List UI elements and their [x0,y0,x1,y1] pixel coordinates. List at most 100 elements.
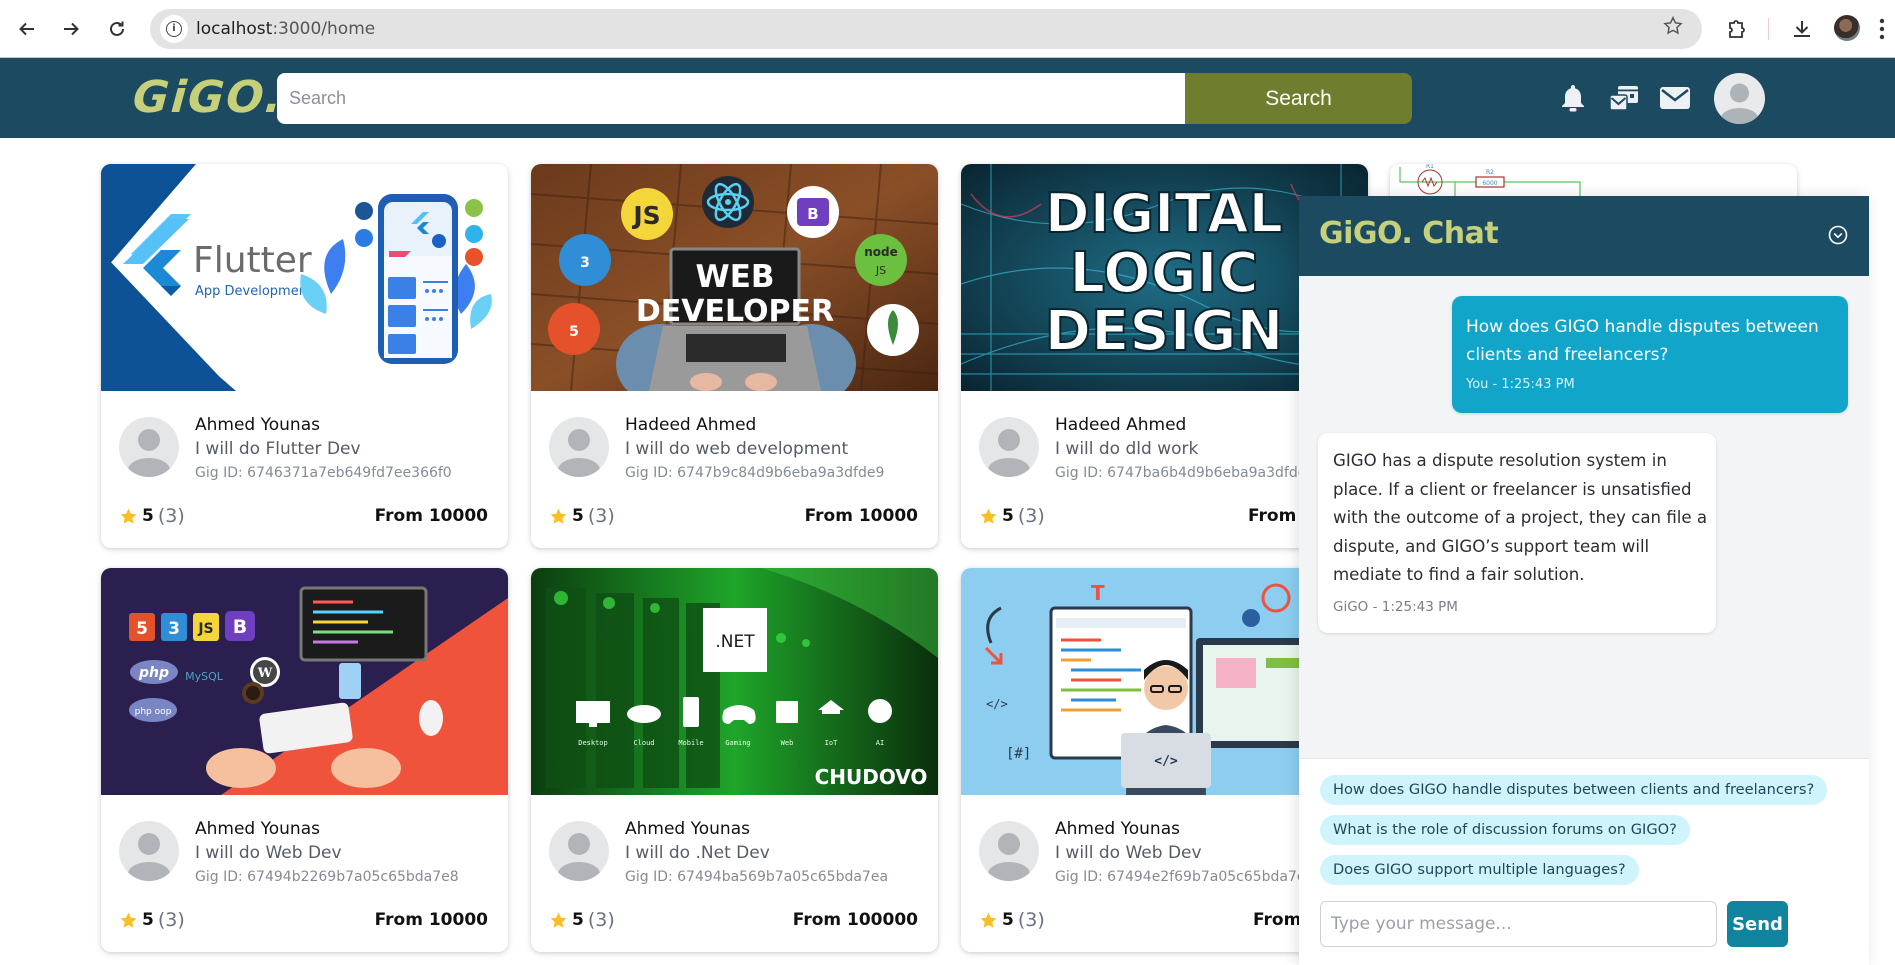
flutter-word: Flutter [193,240,312,281]
seller-name[interactable]: Hadeed Ahmed [625,415,756,435]
chat-footer: How does GIGO handle disputes between cl… [1299,758,1869,965]
site-info-button[interactable]: i [160,15,188,43]
rating-value: 5 [572,506,584,526]
bookmark-button[interactable] [1662,15,1684,43]
kebab-menu-icon [1879,18,1885,40]
digital-word: DIGITAL [1045,182,1283,245]
review-count: (3) [1017,505,1045,527]
seller-name[interactable]: Hadeed Ahmed [1055,415,1186,435]
star-icon [550,508,567,524]
seller-name[interactable]: Ahmed Younas [195,415,320,435]
messages-button[interactable] [1606,80,1642,116]
seller-name[interactable]: Ahmed Younas [195,819,320,839]
chat-header: GiGO. Chat [1299,196,1869,276]
svg-text:B: B [807,205,818,223]
seller-avatar[interactable] [979,417,1039,477]
bootstrap-badge-text: B [233,616,247,638]
gig-thumbnail[interactable]: 5 3 JS B php MySQL W php oop [101,568,508,795]
gig-card[interactable]: 5 3 JS B php MySQL W php oop Ahmed Youna… [101,568,508,952]
rating-value: 5 [1002,910,1014,930]
gig-id: Gig ID: 67494b2269b7a05c65bda7e8 [195,869,459,885]
chat-message-input[interactable] [1320,901,1717,947]
chat-message-bot: GIGO has a dispute resolution system in … [1318,433,1716,633]
user-placeholder-icon [128,429,170,477]
gig-thumbnail[interactable]: .NET Desktop Cloud Mobile Gaming Web IoT… [531,568,938,795]
seller-name[interactable]: Ahmed Younas [625,819,750,839]
star-icon [120,508,137,524]
search-button[interactable]: Search [1185,73,1412,124]
svg-text:3: 3 [580,255,590,271]
message-meta: You - 1:25:43 PM [1466,377,1575,392]
user-placeholder-icon [988,833,1030,881]
send-button[interactable]: Send [1727,901,1788,947]
download-icon [1794,21,1810,37]
php-oop-badge-text: php oop [135,707,172,717]
code-tag-text: </> [1154,754,1178,769]
gig-card[interactable]: Flutter App Development Ahmed Younas I w… [101,164,508,548]
gig-id: Gig ID: 6747ba6b4d9b6eba9a3dfde [1055,465,1307,481]
mysql-badge-text: MySQL [185,670,224,683]
browser-menu-button[interactable] [1872,13,1892,45]
search-input[interactable] [277,73,1187,124]
url-text[interactable]: localhost:3000/home [196,19,375,39]
seller-avatar[interactable] [549,417,609,477]
gig-card[interactable]: WEB DEVELOPER JS 3 5 B node JS Hadeed Ahm… [531,164,938,548]
gig-thumbnail[interactable]: WEB DEVELOPER JS 3 5 B node JS [531,164,938,391]
gig-rating: 5 (3) [979,909,1045,931]
puzzle-icon [1729,20,1745,38]
chat-collapse-button[interactable] [1827,224,1849,246]
user-avatar[interactable] [1714,73,1765,124]
notifications-button[interactable] [1555,80,1591,116]
gig-card-body: Ahmed Younas I will do Flutter Dev Gig I… [101,391,508,548]
reload-icon [110,21,124,36]
reload-button[interactable] [102,14,132,44]
address-bar[interactable]: i localhost:3000/home [150,9,1702,49]
net-label-desktop: Desktop [578,739,608,747]
gig-rating: 5 (3) [979,505,1045,527]
url-host: localhost [196,19,273,39]
developer-word: DEVELOPER [636,294,834,329]
gig-title[interactable]: I will do .Net Dev [625,843,770,863]
gigo-logo[interactable]: GiGO. [131,72,285,123]
gig-title[interactable]: I will do Flutter Dev [195,439,361,459]
chudovo-brand: CHUDOVO [815,765,928,789]
forward-button[interactable] [56,14,86,44]
net-label-cloud: Cloud [633,739,654,747]
message-text: How does GIGO handle disputes between cl… [1466,317,1819,365]
gig-card[interactable]: .NET Desktop Cloud Mobile Gaming Web IoT… [531,568,938,952]
gig-title[interactable]: I will do Web Dev [195,843,342,863]
rating-value: 5 [142,910,154,930]
gig-id: Gig ID: 67494ba569b7a05c65bda7ea [625,869,889,885]
gig-title[interactable]: I will do web development [625,439,848,459]
gig-thumbnail[interactable]: Flutter App Development [101,164,508,391]
suggestion-chip[interactable]: Does GIGO support multiple languages? [1320,855,1639,885]
gig-title[interactable]: I will do dld work [1055,439,1198,459]
suggestion-chip[interactable]: How does GIGO handle disputes between cl… [1320,775,1828,805]
svg-text:6000: 6000 [1482,180,1497,187]
suggestion-chip[interactable]: What is the role of discussion forums on… [1320,815,1690,845]
css-badge-text: 3 [168,619,180,639]
downloads-button[interactable] [1786,13,1818,45]
back-button[interactable] [12,14,42,44]
toolbar-divider [1768,18,1769,40]
arrow-left-icon [19,22,34,36]
dotnet-badge-text: .NET [715,632,755,652]
extensions-button[interactable] [1720,13,1752,45]
svg-text:5: 5 [569,324,579,340]
seller-name[interactable]: Ahmed Younas [1055,819,1180,839]
gig-rating: 5 (3) [119,909,185,931]
dotnet-thumbnail-art: .NET Desktop Cloud Mobile Gaming Web IoT… [531,568,938,795]
gig-title[interactable]: I will do Web Dev [1055,843,1202,863]
seller-avatar[interactable] [119,821,179,881]
gig-rating: 5 (3) [119,505,185,527]
seller-avatar[interactable] [549,821,609,881]
seller-avatar[interactable] [119,417,179,477]
browser-profile-avatar[interactable] [1834,15,1860,41]
chevron-down-circle-icon [1828,225,1848,245]
js-badge-text: JS [197,621,213,637]
seller-avatar[interactable] [979,821,1039,881]
gig-price: From 10000 [374,910,488,930]
gig-price: From [1253,910,1302,930]
mail-button[interactable] [1657,80,1693,116]
gig-price: From 10000 [374,506,488,526]
